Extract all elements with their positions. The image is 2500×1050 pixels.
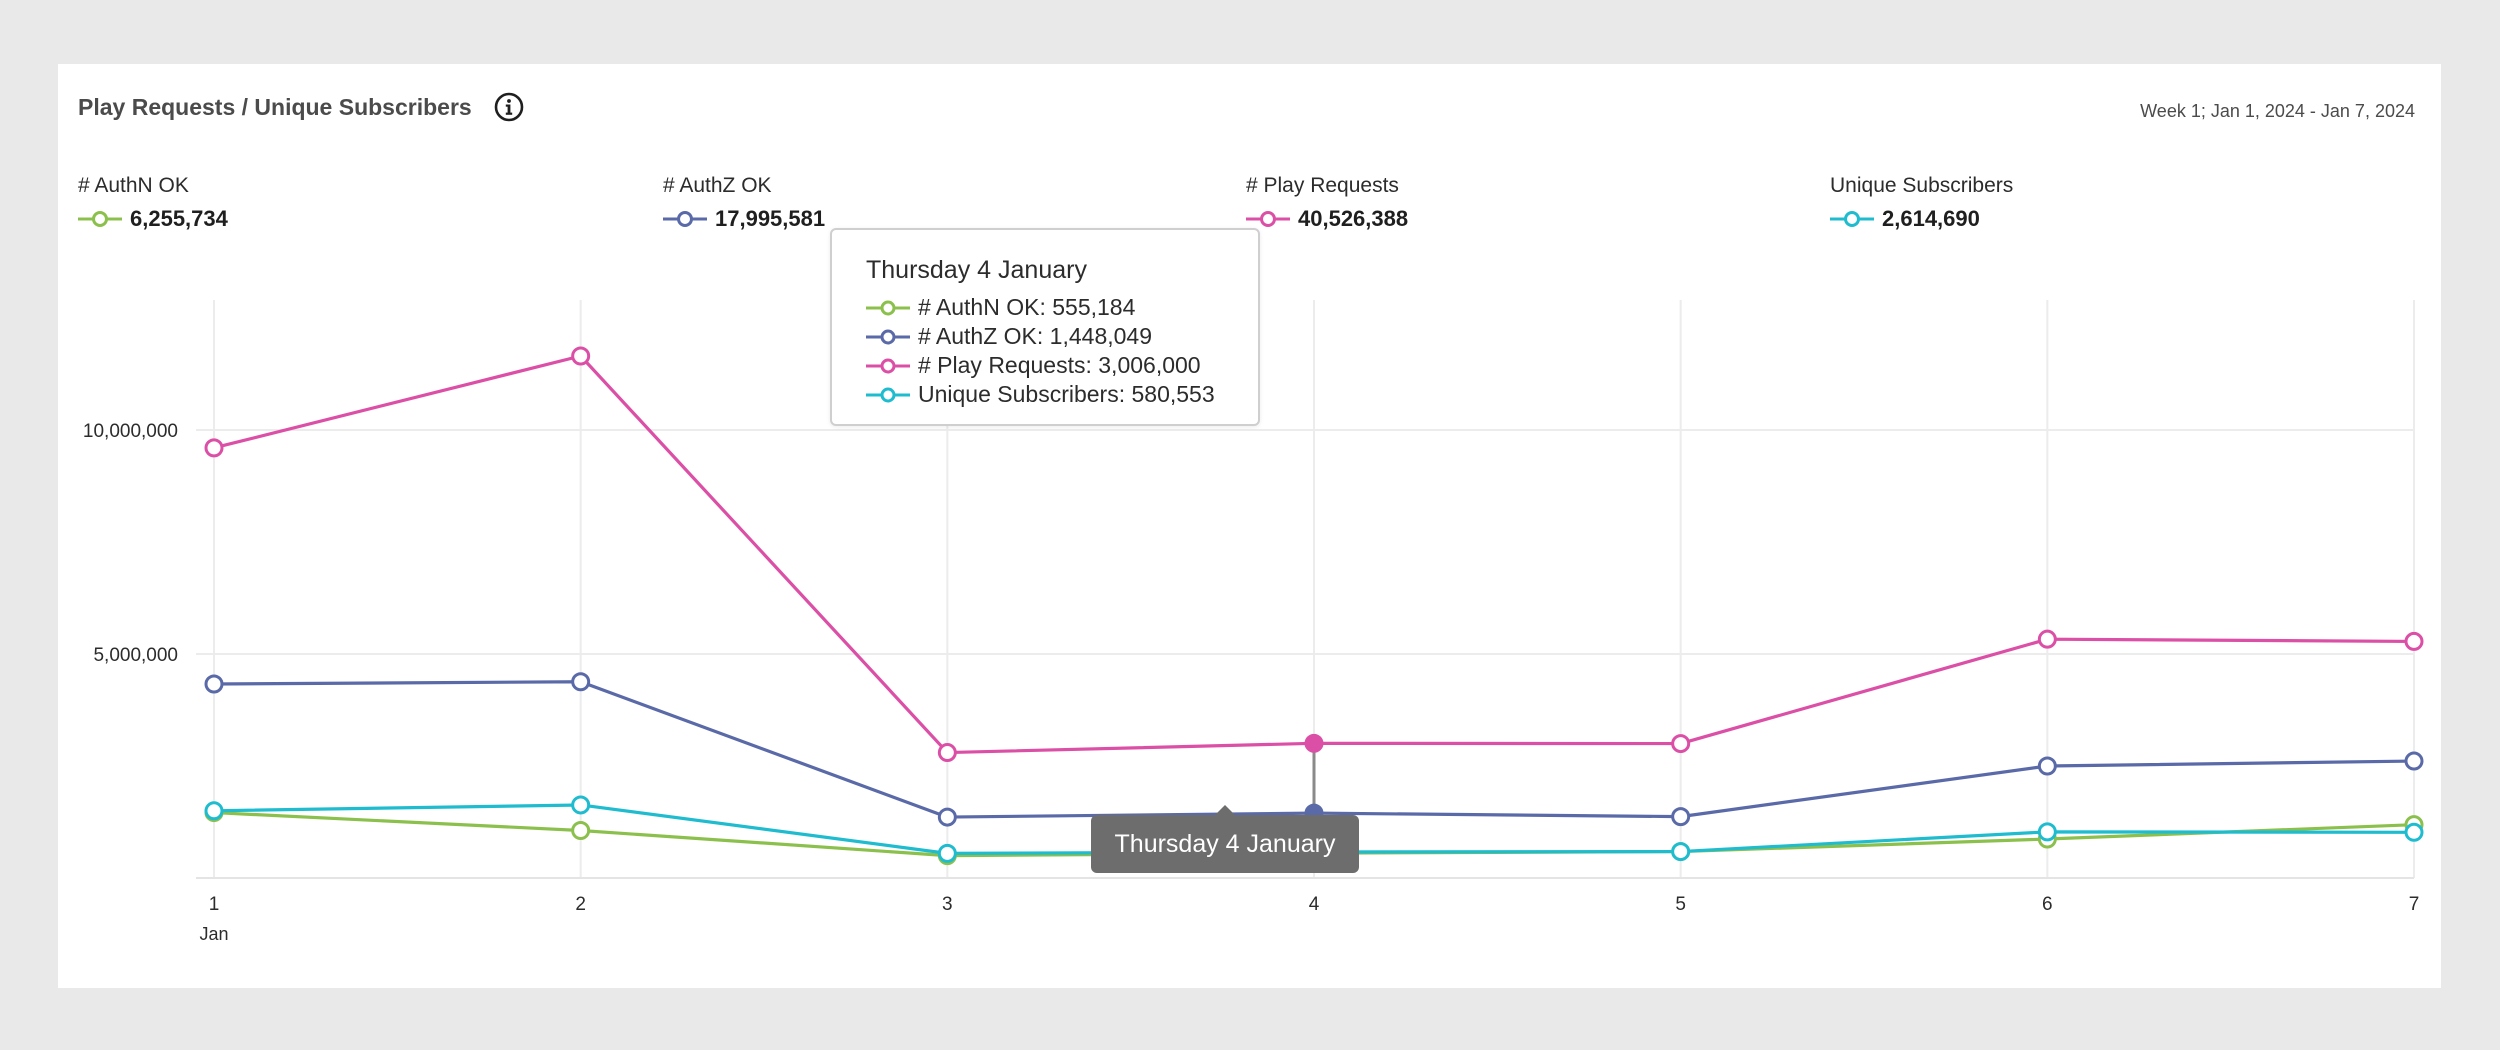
tooltip-row-authz: # AuthZ OK: 1,448,049 [866, 322, 1258, 351]
tooltip-row-text: # AuthN OK: 555,184 [918, 294, 1136, 320]
data-point [571, 672, 591, 692]
data-point [204, 438, 224, 458]
data-point [571, 346, 591, 366]
tooltip-swatch-icon [866, 329, 910, 344]
data-point [571, 821, 591, 841]
data-point [1304, 733, 1324, 753]
y-tick-label: 10,000,000 [83, 421, 178, 442]
data-point [2037, 756, 2057, 776]
data-point [2404, 751, 2424, 771]
tooltip-row-text: # Play Requests: 3,006,000 [918, 352, 1201, 378]
x-tick-label: 7 [2409, 894, 2420, 915]
data-point [1671, 842, 1691, 862]
data-point [2037, 822, 2057, 842]
x-tick-label: 3 [942, 894, 953, 915]
data-point [2404, 822, 2424, 842]
x-tick-label: 4 [1309, 894, 1320, 915]
line-chart: 5,000,000 10,000,000 1 2 3 4 5 6 7 Jan [83, 300, 2424, 944]
data-point [1671, 734, 1691, 754]
tooltip-swatch-icon [866, 358, 910, 373]
x-axis-hover-badge: Thursday 4 January [1091, 805, 1359, 873]
data-point [937, 743, 957, 763]
tooltip-row-text: # AuthZ OK: 1,448,049 [918, 323, 1152, 349]
hover-tooltip: Thursday 4 January # AuthN OK: 555,184 #… [830, 228, 1260, 426]
data-point [937, 807, 957, 827]
tooltip-row-authn: # AuthN OK: 555,184 [866, 293, 1258, 322]
tooltip-row-text: Unique Subscribers: 580,553 [918, 381, 1215, 407]
tooltip-swatch-icon [866, 387, 910, 402]
x-tick-label: 2 [575, 894, 586, 915]
data-point [1671, 807, 1691, 827]
data-point [204, 801, 224, 821]
data-point [204, 674, 224, 694]
tooltip-swatch-icon [866, 300, 910, 315]
tooltip-row-unique-subscribers: Unique Subscribers: 580,553 [866, 380, 1258, 409]
tooltip-row-play-requests: # Play Requests: 3,006,000 [866, 351, 1258, 380]
x-tick-label: 1 [209, 894, 220, 915]
tooltip-title: Thursday 4 January [866, 256, 1087, 284]
data-point [571, 795, 591, 815]
data-point [2404, 631, 2424, 651]
data-point [2037, 629, 2057, 649]
x-sub-label: Jan [199, 924, 228, 944]
x-tick-label: 6 [2042, 894, 2053, 915]
y-tick-label: 5,000,000 [93, 645, 178, 666]
x-tick-label: 5 [1675, 894, 1686, 915]
data-point [937, 843, 957, 863]
